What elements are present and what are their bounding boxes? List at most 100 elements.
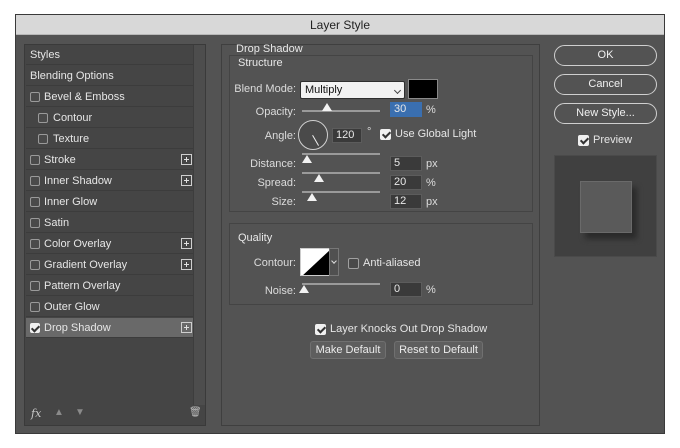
style-checkbox[interactable]: [30, 197, 40, 207]
style-item-pattern-overlay[interactable]: Pattern Overlay: [26, 276, 194, 296]
contour-dropdown[interactable]: [329, 248, 339, 276]
style-item-gradient-overlay[interactable]: Gradient Overlay: [26, 255, 194, 275]
style-item-outer-glow[interactable]: Outer Glow: [26, 297, 194, 317]
style-item-label: Stroke: [44, 154, 76, 166]
size-unit: px: [426, 196, 438, 208]
style-item-inner-shadow[interactable]: Inner Shadow: [26, 171, 194, 191]
style-item-inner-glow[interactable]: Inner Glow: [26, 192, 194, 212]
structure-title: Structure: [238, 57, 283, 69]
style-item-label: Outer Glow: [44, 301, 100, 313]
shadow-color-swatch[interactable]: [408, 79, 438, 99]
style-checkbox[interactable]: [30, 302, 40, 312]
anti-aliased-checkbox[interactable]: [348, 258, 359, 269]
style-checkbox[interactable]: [30, 239, 40, 249]
style-checkbox[interactable]: [30, 176, 40, 186]
style-checkbox[interactable]: [30, 323, 40, 333]
quality-group: Quality Contour: Anti-aliased Noise: 0 %: [229, 223, 533, 305]
global-light-label: Use Global Light: [395, 128, 477, 140]
noise-unit: %: [426, 284, 436, 296]
style-checkbox[interactable]: [38, 113, 48, 123]
preview-checkbox[interactable]: [578, 135, 589, 146]
opacity-input[interactable]: 30: [390, 102, 422, 117]
styles-scrollbar[interactable]: [193, 45, 205, 405]
style-item-label: Styles: [30, 49, 60, 61]
new-style-button[interactable]: New Style...: [554, 103, 657, 124]
style-item-stroke[interactable]: Stroke: [26, 150, 194, 170]
style-item-label: Satin: [44, 217, 70, 229]
spread-label: Spread:: [257, 177, 296, 189]
distance-label: Distance:: [250, 158, 296, 170]
style-item-label: Texture: [53, 133, 90, 145]
noise-slider-track[interactable]: [302, 283, 380, 285]
style-item-blending-options[interactable]: Blending Options: [26, 66, 194, 86]
opacity-slider-track[interactable]: [302, 110, 380, 112]
style-checkbox[interactable]: [30, 260, 40, 270]
angle-unit: °: [367, 126, 372, 138]
fx-button[interactable]: fx: [31, 407, 41, 420]
size-input[interactable]: 12: [390, 194, 422, 209]
spread-slider-knob[interactable]: [314, 174, 324, 182]
move-down-icon[interactable]: ▼: [75, 408, 85, 418]
preview-label: Preview: [593, 134, 633, 146]
style-item-styles[interactable]: Styles: [26, 45, 194, 65]
style-item-satin[interactable]: Satin: [26, 213, 194, 233]
style-item-label: Bevel & Emboss: [44, 91, 125, 103]
styles-footer: fx ▲ ▼ 🗑: [25, 403, 205, 425]
blend-mode-select[interactable]: Multiply: [300, 81, 405, 99]
style-item-label: Contour: [53, 112, 93, 124]
distance-slider-track[interactable]: [302, 153, 380, 155]
move-up-icon[interactable]: ▲: [54, 408, 64, 418]
add-style-icon[interactable]: [181, 322, 192, 333]
style-checkbox[interactable]: [30, 281, 40, 291]
contour-preview[interactable]: [300, 248, 330, 276]
anti-aliased-label: Anti-aliased: [363, 257, 421, 269]
add-style-icon[interactable]: [181, 175, 192, 186]
style-item-contour[interactable]: Contour: [26, 108, 194, 128]
spread-input[interactable]: 20: [390, 175, 422, 190]
blend-mode-value: Multiply: [305, 84, 343, 96]
angle-dial-hand: [312, 135, 319, 146]
reset-to-default-button[interactable]: Reset to Default: [394, 341, 483, 359]
noise-input[interactable]: 0: [390, 282, 422, 297]
style-item-label: Color Overlay: [44, 238, 112, 250]
cancel-button[interactable]: Cancel: [554, 74, 657, 95]
style-item-drop-shadow[interactable]: Drop Shadow: [26, 318, 194, 338]
style-item-color-overlay[interactable]: Color Overlay: [26, 234, 194, 254]
knockout-checkbox[interactable]: [315, 324, 326, 335]
drop-shadow-panel: Drop Shadow Structure Blend Mode: Multip…: [221, 43, 540, 426]
style-item-texture[interactable]: Texture: [26, 129, 194, 149]
chevron-down-icon: [393, 86, 402, 95]
opacity-slider-knob[interactable]: [322, 103, 332, 111]
contour-curve-icon: [303, 250, 329, 275]
preview-square: [580, 181, 632, 233]
add-style-icon[interactable]: [181, 238, 192, 249]
trash-icon[interactable]: 🗑: [189, 408, 202, 418]
size-slider-knob[interactable]: [307, 193, 317, 201]
style-checkbox[interactable]: [30, 218, 40, 228]
style-checkbox[interactable]: [30, 92, 40, 102]
global-light-checkbox[interactable]: [380, 129, 391, 140]
distance-slider-knob[interactable]: [302, 155, 312, 163]
blend-mode-label: Blend Mode:: [234, 83, 296, 95]
ok-button[interactable]: OK: [554, 45, 657, 66]
drop-shadow-title: Drop Shadow: [236, 43, 303, 55]
dialog-title: Layer Style: [16, 15, 664, 35]
add-style-icon[interactable]: [181, 154, 192, 165]
angle-label: Angle:: [264, 130, 296, 142]
styles-list-panel: Styles Blending Options Bevel & Emboss Cont…: [24, 44, 206, 426]
angle-input[interactable]: 120: [332, 128, 362, 143]
style-checkbox[interactable]: [38, 134, 48, 144]
style-checkbox[interactable]: [30, 155, 40, 165]
style-item-bevel-emboss[interactable]: Bevel & Emboss: [26, 87, 194, 107]
contour-label: Contour:: [253, 257, 296, 269]
noise-slider-knob[interactable]: [299, 285, 309, 293]
structure-group: Structure Blend Mode: Multiply Opacity: …: [229, 55, 533, 212]
style-item-label: Pattern Overlay: [44, 280, 121, 292]
opacity-unit: %: [426, 104, 436, 116]
make-default-button[interactable]: Make Default: [310, 341, 386, 359]
add-style-icon[interactable]: [181, 259, 192, 270]
angle-dial[interactable]: [298, 120, 328, 150]
knockout-label: Layer Knocks Out Drop Shadow: [330, 323, 488, 335]
distance-input[interactable]: 5: [390, 156, 422, 171]
style-item-label: Inner Glow: [44, 196, 98, 208]
